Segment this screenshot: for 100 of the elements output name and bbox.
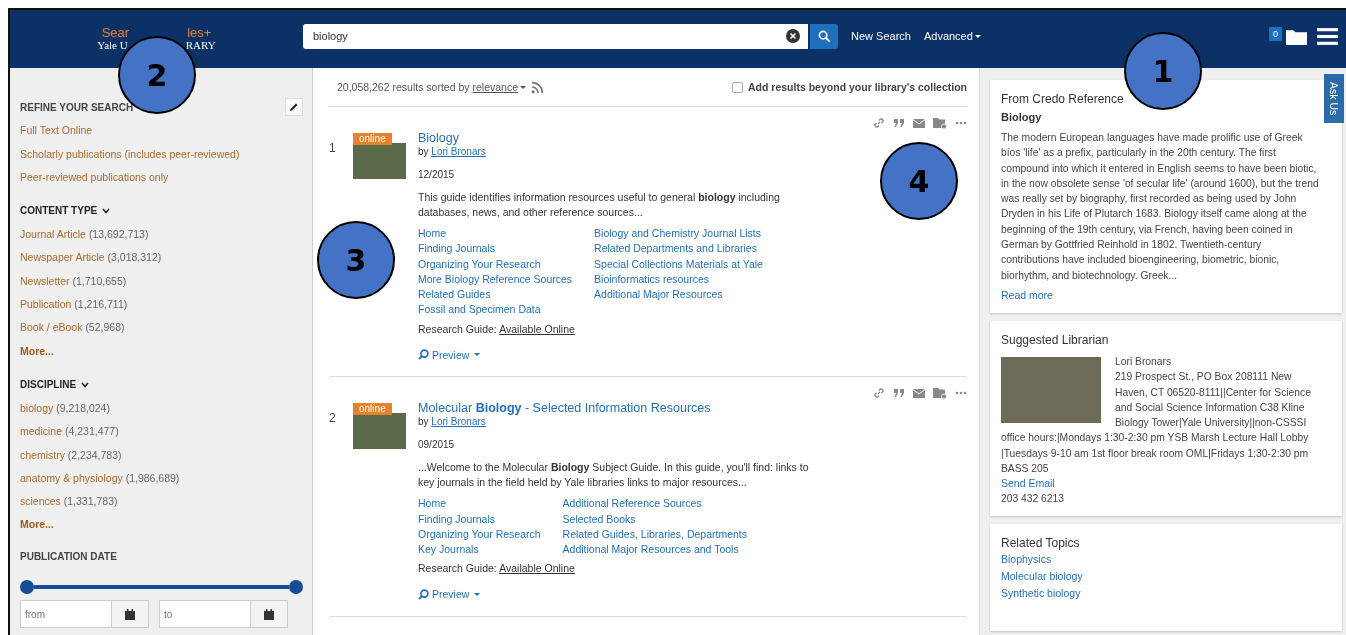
guide-page-link[interactable]: Related Guides: [418, 287, 491, 303]
result-number: 2: [329, 410, 337, 428]
guide-page-link[interactable]: Organizing Your Research: [418, 526, 541, 543]
clear-button[interactable]: [786, 23, 808, 49]
guide-page-link[interactable]: Finding Journals: [418, 511, 496, 527]
search-button[interactable]: [810, 23, 838, 49]
search-icon: [817, 29, 831, 43]
result-snippet: This guide identifies information resources useful to general biology including databases, news, and other reference sources...: [418, 190, 781, 220]
photo-placeholder: [353, 143, 406, 179]
preview-button[interactable]: Preview: [418, 348, 481, 361]
folder-icon[interactable]: [1286, 27, 1307, 45]
to-date-field[interactable]: to: [159, 600, 251, 629]
author-link[interactable]: Lori Bronars: [431, 146, 486, 157]
filter-link[interactable]: Full Text Online: [20, 122, 93, 139]
guide-page-link[interactable]: Biology and Chemistry Journal Lists: [594, 226, 761, 242]
folder-plus-icon[interactable]: [933, 117, 947, 129]
filter-link[interactable]: Peer-reviewed publications only: [20, 168, 169, 185]
guide-page-link[interactable]: Related Departments and Libraries: [594, 241, 757, 257]
edit-button[interactable]: [285, 98, 303, 116]
facet-link[interactable]: Newspaper Article (3,018,312): [20, 249, 162, 266]
from-date-field[interactable]: from: [20, 600, 112, 629]
guide-page-link[interactable]: More Biology Reference Sources: [418, 271, 573, 288]
result-date: 12/2015: [418, 169, 456, 180]
sort-dropdown[interactable]: relevance: [472, 81, 527, 93]
zoom-icon: [418, 588, 429, 600]
guide-page-link[interactable]: Related Guides, Libraries, Departments: [562, 526, 747, 543]
topic-link[interactable]: Molecular biology: [1001, 569, 1083, 585]
slider-handle[interactable]: [20, 580, 34, 595]
librarian-address: 219 Prospect St., PO Box 208111 New Haven, CT 06520-8111||Center for Science and Social Science Information C38 Kline Biology Tower|Yale University||non-CSSSI: [1115, 370, 1312, 431]
preview-button[interactable]: Preview: [418, 588, 481, 601]
logo-text: les+: [187, 27, 212, 39]
result-number: 1: [329, 140, 337, 157]
results-count: 20,058,262 results sorted by: [337, 81, 470, 93]
more-link[interactable]: More...: [20, 342, 54, 359]
facet-link[interactable]: medicine (4,231,477): [20, 423, 119, 440]
guide-page-link[interactable]: Key Journals: [418, 542, 479, 558]
rss-icon[interactable]: [531, 80, 545, 94]
section-heading[interactable]: DISCIPLINE: [20, 379, 77, 391]
section-heading: PUBLICATION DATE: [20, 550, 117, 562]
guide-page-link[interactable]: Fossil and Specimen Data: [418, 302, 541, 318]
menu-icon[interactable]: [1317, 27, 1338, 45]
calendar-icon: [125, 608, 135, 620]
card-title: From Credo Reference: [1001, 92, 1125, 106]
facet-link[interactable]: biology (9,218,024): [20, 399, 110, 416]
guide-page-link[interactable]: Finding Journals: [418, 241, 496, 257]
header-link[interactable]: Advanced: [923, 30, 981, 42]
email-icon[interactable]: [913, 388, 925, 398]
callout-number: 4: [880, 142, 958, 220]
link-icon[interactable]: [873, 117, 885, 129]
photo-placeholder: [353, 413, 406, 450]
guide-page-link[interactable]: Additional Major Resources: [594, 287, 723, 303]
send-email-link[interactable]: Send Email: [1001, 476, 1055, 492]
topic-link[interactable]: Synthetic biology: [1001, 586, 1081, 602]
result-title-link[interactable]: Biology: [418, 131, 858, 145]
by-label: by: [418, 416, 429, 428]
facet-link[interactable]: Newsletter (1,710,655): [20, 272, 127, 289]
read-more-link[interactable]: Read more: [1001, 287, 1053, 303]
section-heading[interactable]: CONTENT TYPE: [20, 205, 98, 217]
availability-link[interactable]: Available Online: [499, 322, 575, 335]
guide-page-link[interactable]: Selected Books: [562, 511, 636, 527]
card-title: Related Topics: [1001, 536, 1081, 551]
guide-page-link[interactable]: Additional Reference Sources: [562, 496, 702, 512]
facet-link[interactable]: anatomy & physiology (1,986,689): [20, 469, 180, 486]
quote-icon[interactable]: [893, 388, 905, 399]
facet-link[interactable]: chemistry (2,234,783): [20, 446, 122, 463]
chevron-icon[interactable]: [81, 381, 90, 388]
facet-link[interactable]: sciences (1,331,783): [20, 493, 118, 510]
email-icon[interactable]: [913, 118, 925, 128]
slider-handle[interactable]: [289, 580, 303, 595]
checkbox-label[interactable]: Add results beyond your library's collection: [748, 81, 967, 93]
guide-page-link[interactable]: Home: [418, 226, 446, 242]
header-link[interactable]: New Search: [851, 30, 911, 42]
author-link[interactable]: Lori Bronars: [431, 416, 486, 428]
result-title-link[interactable]: Molecular Biology - Selected Information Resources: [418, 401, 858, 416]
office-hours-text: office hours:|Mondays 1:30-2:30 pm YSB Marsh Lecture Hall Lobby |Tuesdays 9-10 am 1st floor break room OML|Fridays 1:30-2:30 pm BASS 205: [1001, 431, 1310, 477]
guide-page-link[interactable]: Organizing Your Research: [418, 256, 541, 272]
search-field[interactable]: biology: [303, 23, 786, 49]
calendar-button[interactable]: [112, 600, 149, 629]
calendar-button[interactable]: [251, 600, 288, 629]
folder-plus-icon[interactable]: [933, 387, 947, 400]
checkbox[interactable]: [732, 81, 744, 93]
guide-page-link[interactable]: Home: [418, 496, 446, 512]
ask-us-tab[interactable]: Ask Us: [1324, 74, 1344, 124]
filter-link[interactable]: Scholarly publications (includes peer-reviewed): [20, 145, 240, 162]
facet-link[interactable]: Book / eBook (52,968): [20, 319, 125, 336]
more-icon[interactable]: [955, 121, 967, 125]
facet-link[interactable]: Publication (1,216,711): [20, 296, 128, 313]
chevron-icon[interactable]: [102, 207, 111, 214]
guide-page-link[interactable]: Additional Major Resources and Tools: [562, 542, 739, 558]
availability-link[interactable]: Available Online: [499, 562, 575, 575]
link-icon[interactable]: [873, 387, 885, 400]
topic-link[interactable]: Biophysics: [1001, 552, 1052, 568]
facet-link[interactable]: Journal Article (13,692,713): [20, 226, 149, 243]
guide-page-link[interactable]: Bioinformatics resources: [594, 271, 710, 288]
quote-icon[interactable]: [893, 118, 905, 128]
more-icon[interactable]: [955, 391, 967, 396]
guide-label: Research Guide:: [418, 322, 497, 335]
more-link[interactable]: More...: [20, 516, 54, 533]
entry-text: The modern European languages have made prolific use of Greek bíos 'life' as a prefix, particularly in the 20th century. The first compound into which it entered in English seems to have been biotic, in the now obsolete sense 'of secular life' (around 1600), but the trend was really set by biography, first recorded as being used by John Dryden in his Life of Plutarch 1683. Biology itself came along at the beginning of the 19th century, via French, having been coined in German by Gottfried Reinhold in 1802. Twentieth-century contributions have included bioengineering, biometric, bionic, biorhythm, and biotechnology. Greek...: [1001, 131, 1320, 283]
guide-page-link[interactable]: Special Collections Materials at Yale: [594, 256, 763, 272]
